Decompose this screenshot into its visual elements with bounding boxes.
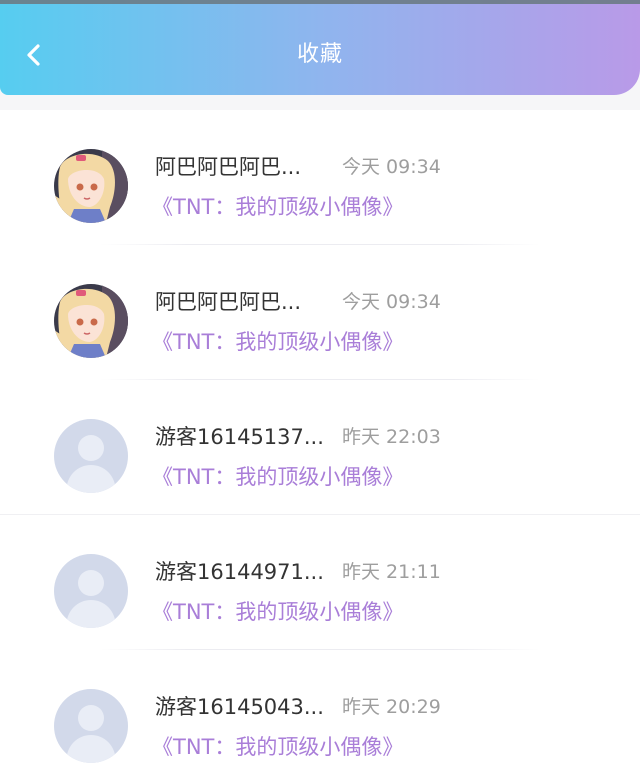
timestamp: 今天 09:34 [342, 291, 441, 313]
user-name: 游客16144971... [155, 560, 324, 584]
work-title-link[interactable]: 《TNT：我的顶级小偶像》 [152, 597, 403, 627]
timestamp: 昨天 20:29 [342, 696, 441, 718]
default-user-avatar-icon [54, 689, 128, 763]
user-name: 游客16145043... [155, 695, 324, 719]
header-bar: 收藏 [0, 0, 640, 95]
timestamp: 昨天 22:03 [342, 426, 441, 448]
user-avatar[interactable] [54, 689, 128, 763]
list-item[interactable]: 阿巴阿巴阿巴... 今天 09:34 《TNT：我的顶级小偶像》 [0, 245, 640, 380]
default-user-avatar-icon [54, 554, 128, 628]
list-item[interactable]: 游客16145043... 昨天 20:29 《TNT：我的顶级小偶像》 [0, 650, 640, 782]
user-name: 游客16145137... [155, 425, 324, 449]
user-avatar[interactable] [54, 149, 128, 223]
list-item[interactable]: 游客16145137... 昨天 22:03 《TNT：我的顶级小偶像》 [0, 380, 640, 515]
work-title-link[interactable]: 《TNT：我的顶级小偶像》 [152, 327, 403, 357]
page-title: 收藏 [296, 42, 343, 67]
user-avatar[interactable] [54, 419, 128, 493]
anime-avatar-icon [54, 149, 128, 223]
user-avatar[interactable] [54, 284, 128, 358]
work-title-link[interactable]: 《TNT：我的顶级小偶像》 [152, 192, 403, 222]
user-avatar[interactable] [54, 554, 128, 628]
favorites-list: 阿巴阿巴阿巴... 今天 09:34 《TNT：我的顶级小偶像》 阿巴阿巴阿巴.… [0, 110, 640, 782]
timestamp: 昨天 21:11 [342, 561, 441, 583]
user-name: 阿巴阿巴阿巴... [155, 290, 302, 314]
favorites-screen: 收藏 阿巴阿巴阿巴... 今天 09:34 《TNT：我的顶级小偶像》 阿巴阿巴… [0, 0, 640, 782]
work-title-link[interactable]: 《TNT：我的顶级小偶像》 [152, 732, 403, 762]
list-item[interactable]: 游客16144971... 昨天 21:11 《TNT：我的顶级小偶像》 [0, 515, 640, 650]
timestamp: 今天 09:34 [342, 156, 441, 178]
list-item[interactable]: 阿巴阿巴阿巴... 今天 09:34 《TNT：我的顶级小偶像》 [0, 110, 640, 245]
user-name: 阿巴阿巴阿巴... [155, 155, 302, 179]
status-strip [0, 0, 640, 4]
work-title-link[interactable]: 《TNT：我的顶级小偶像》 [152, 462, 403, 492]
anime-avatar-icon [54, 284, 128, 358]
default-user-avatar-icon [54, 419, 128, 493]
